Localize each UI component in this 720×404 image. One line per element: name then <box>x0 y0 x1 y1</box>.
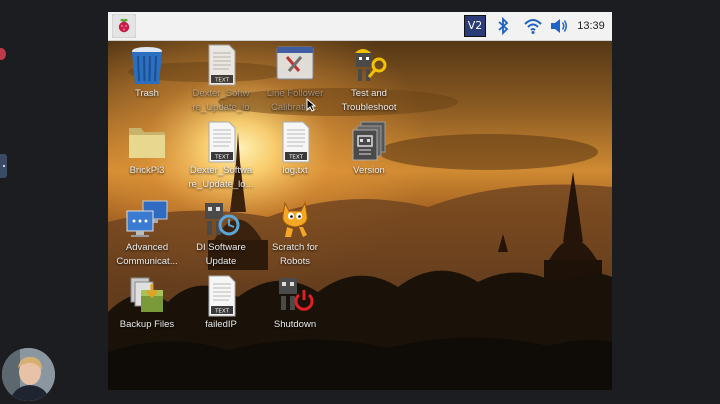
svg-text:TEXT: TEXT <box>214 78 230 84</box>
shutdown-icon <box>273 274 317 318</box>
desktop-icon-failed-ip[interactable]: TEXT failedIP <box>182 274 260 332</box>
vnc-label: V2 <box>464 15 486 37</box>
desktop-icon-test-troubleshoot[interactable]: Test and Troubleshoot <box>330 43 408 115</box>
desktop-icon-label: failedIP <box>205 319 237 330</box>
volume-icon[interactable] <box>548 12 570 40</box>
desktop-icon-trash[interactable]: Trash <box>108 43 186 101</box>
desktop-icon-brickpi3[interactable]: BrickPi3 <box>108 120 186 178</box>
scratch-cat-icon <box>273 197 317 241</box>
version-icon <box>347 120 391 164</box>
desktop-icon-label: re_Update_lo... <box>188 179 254 190</box>
test-troubleshoot-icon <box>347 43 391 87</box>
desktop-icon-label: log.txt <box>282 165 308 176</box>
svg-text:TEXT: TEXT <box>214 155 230 161</box>
desktop-icon-label: Backup Files <box>119 319 175 330</box>
desktop-icon-backup-files[interactable]: Backup Files <box>108 274 186 332</box>
desktop-icon-label: Version <box>353 165 385 176</box>
desktop-icon-di-software-update[interactable]: DI Software Update <box>182 197 260 269</box>
desktop-icon-label: DI Software <box>196 242 246 253</box>
desktop-icon-label: Trash <box>135 88 159 99</box>
mouse-cursor-icon <box>306 98 316 112</box>
di-software-update-icon <box>199 197 243 241</box>
desktop-icon-label: Shutdown <box>273 319 317 330</box>
desktop-icon-label: Test and <box>351 88 387 99</box>
desktop-icon-label: Line Follower <box>266 88 324 99</box>
bluetooth-icon[interactable] <box>494 12 512 40</box>
left-edge-indicator <box>0 48 6 60</box>
trash-icon <box>125 43 169 87</box>
desktop-icon-line-follower[interactable]: Line Follower Calibratio... <box>256 43 334 115</box>
webcam-overlay <box>2 348 55 401</box>
desktop-icon-scratch-robots[interactable]: Scratch for Robots <box>256 197 334 269</box>
desktop-icon-label: Dexter_Softw <box>192 88 250 99</box>
wifi-icon[interactable] <box>522 12 544 40</box>
clock[interactable]: 13:39 <box>574 12 608 40</box>
desktop-icon-dexter-software-update-2[interactable]: TEXT Dexter_Softwa re_Update_lo... <box>182 120 260 192</box>
advanced-communications-icon <box>125 197 169 241</box>
text-file-icon: TEXT <box>199 274 243 318</box>
line-follower-calibration-icon <box>273 43 317 87</box>
desktop-icon-dexter-software-update[interactable]: TEXT Dexter_Softw re_Update_lo <box>182 43 260 115</box>
desktop-icon-label: BrickPi3 <box>129 165 165 176</box>
desktop-icon-label: re_Update_lo <box>192 102 250 113</box>
left-edge-handle[interactable] <box>0 154 7 178</box>
desktop-icon-label: Calibratio... <box>270 102 320 113</box>
desktop-icon-label: Robots <box>279 256 311 267</box>
text-file-icon: TEXT <box>199 43 243 87</box>
desktop-icon-label: Advanced <box>125 242 169 253</box>
backup-files-icon <box>125 274 169 318</box>
desktop-icon-advanced-communications[interactable]: Advanced Communicat... <box>108 197 186 269</box>
folder-icon <box>125 120 169 164</box>
desktop-icon-label: Troubleshoot <box>341 102 397 113</box>
desktop-icon-label: Communicat... <box>116 256 178 267</box>
desktop-icon-label: Update <box>205 256 237 267</box>
taskbar: V2 13:39 <box>108 12 612 41</box>
text-file-icon: TEXT <box>199 120 243 164</box>
svg-text:TEXT: TEXT <box>288 155 304 161</box>
desktop-icon-log-txt[interactable]: TEXT log.txt <box>256 120 334 178</box>
raspberry-pi-menu-icon[interactable] <box>111 12 137 40</box>
text-file-icon: TEXT <box>273 120 317 164</box>
desktop-icon-label: Scratch for <box>272 242 318 253</box>
desktop-icon-shutdown[interactable]: Shutdown <box>256 274 334 332</box>
raspberry-pi-desktop: V2 13:39 Trash TEXT Dexter_Softw re_Upda… <box>108 12 612 390</box>
vnc-tray-icon[interactable]: V2 <box>464 12 486 40</box>
svg-text:TEXT: TEXT <box>214 309 230 315</box>
desktop-icon-version[interactable]: Version <box>330 120 408 178</box>
desktop-icon-label: Dexter_Softwa <box>189 165 253 176</box>
